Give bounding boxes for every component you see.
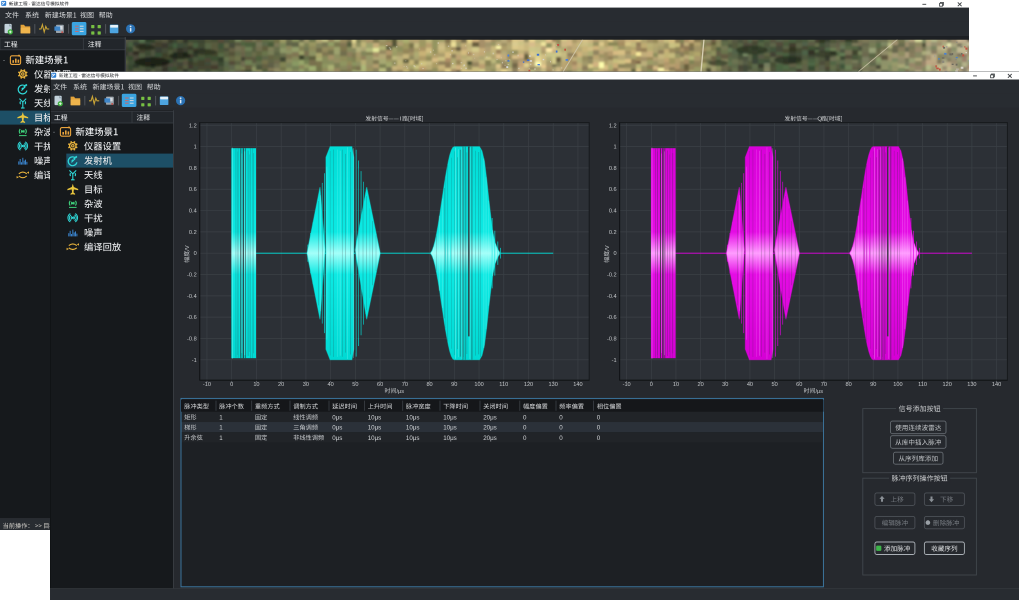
svg-text:1.2: 1.2 (609, 123, 617, 129)
svg-text:1.2: 1.2 (189, 123, 197, 129)
svg-text:-0.8: -0.8 (607, 336, 617, 342)
svg-text:0.2: 0.2 (609, 230, 617, 236)
svg-text:20: 20 (278, 382, 284, 388)
svg-text:0.4: 0.4 (609, 209, 617, 215)
svg-text:60: 60 (377, 382, 383, 388)
svg-text:70: 70 (821, 382, 827, 388)
svg-text:-1: -1 (192, 358, 197, 364)
svg-text:50: 50 (352, 382, 358, 388)
svg-text:0.4: 0.4 (189, 209, 197, 215)
svg-text:0.6: 0.6 (609, 187, 617, 193)
svg-text:-0.6: -0.6 (607, 315, 617, 321)
svg-text:140: 140 (573, 382, 582, 388)
svg-text:120: 120 (524, 382, 533, 388)
svg-text:0: 0 (597, 425, 601, 432)
svg-text:40: 40 (328, 382, 334, 388)
svg-text:0: 0 (230, 382, 233, 388)
svg-text:1: 1 (194, 145, 197, 151)
svg-text:0μs: 0μs (332, 435, 342, 442)
svg-text:20μs: 20μs (483, 435, 497, 442)
svg-text:-0.4: -0.4 (607, 294, 617, 300)
svg-text:10μs: 10μs (443, 415, 457, 422)
svg-text:0μs: 0μs (332, 425, 342, 432)
svg-text:-0.4: -0.4 (187, 294, 197, 300)
svg-text:-0.2: -0.2 (187, 273, 197, 279)
svg-text:-0.8: -0.8 (187, 336, 197, 342)
svg-text:100: 100 (893, 382, 902, 388)
svg-text:-10: -10 (203, 382, 211, 388)
svg-text:140: 140 (992, 382, 1001, 388)
svg-text:10μs: 10μs (368, 435, 382, 442)
svg-text:/V: /V (605, 245, 611, 251)
svg-text:110: 110 (499, 382, 508, 388)
svg-text:0.6: 0.6 (189, 187, 197, 193)
svg-text:10μs: 10μs (406, 425, 420, 432)
svg-text:1: 1 (613, 145, 616, 151)
svg-text:30: 30 (722, 382, 728, 388)
svg-text:0: 0 (597, 435, 601, 442)
svg-text:20μs: 20μs (483, 415, 497, 422)
svg-text:10μs: 10μs (443, 435, 457, 442)
svg-text:-1: -1 (612, 358, 617, 364)
svg-text:/μs: /μs (816, 389, 824, 395)
svg-text:0.8: 0.8 (609, 166, 617, 172)
svg-text:1: 1 (219, 425, 223, 432)
svg-text:20: 20 (698, 382, 704, 388)
svg-text:0.2: 0.2 (189, 230, 197, 236)
svg-text:10μs: 10μs (368, 415, 382, 422)
svg-text:130: 130 (967, 382, 976, 388)
svg-text:/V: /V (185, 245, 191, 251)
svg-text:10μs: 10μs (406, 415, 420, 422)
svg-text:/μs: /μs (396, 389, 404, 395)
svg-text:110: 110 (918, 382, 927, 388)
svg-text:10: 10 (673, 382, 679, 388)
svg-text:10μs: 10μs (406, 435, 420, 442)
svg-text:20μs: 20μs (483, 425, 497, 432)
svg-text:80: 80 (426, 382, 432, 388)
svg-text:90: 90 (451, 382, 457, 388)
svg-text:30: 30 (303, 382, 309, 388)
svg-text:0: 0 (597, 415, 601, 422)
svg-text:0: 0 (559, 415, 563, 422)
svg-text:80: 80 (845, 382, 851, 388)
svg-text:40: 40 (747, 382, 753, 388)
svg-text:0μs: 0μs (332, 415, 342, 422)
svg-text:0: 0 (613, 251, 616, 257)
svg-text:10μs: 10μs (368, 425, 382, 432)
svg-text:0: 0 (523, 415, 527, 422)
svg-text:10: 10 (253, 382, 259, 388)
svg-text:0.8: 0.8 (189, 166, 197, 172)
svg-text:0: 0 (194, 251, 197, 257)
svg-text:0: 0 (650, 382, 653, 388)
svg-text:0: 0 (559, 425, 563, 432)
svg-text:70: 70 (402, 382, 408, 388)
svg-text:-0.2: -0.2 (607, 273, 617, 279)
svg-text:-10: -10 (623, 382, 631, 388)
svg-text:130: 130 (549, 382, 558, 388)
svg-text:50: 50 (771, 382, 777, 388)
svg-text:100: 100 (474, 382, 483, 388)
svg-text:1: 1 (219, 415, 223, 422)
svg-text:10μs: 10μs (443, 425, 457, 432)
svg-text:-0.6: -0.6 (187, 315, 197, 321)
svg-text:0: 0 (559, 435, 563, 442)
svg-text:60: 60 (796, 382, 802, 388)
svg-text:1: 1 (219, 435, 223, 442)
svg-text:120: 120 (943, 382, 952, 388)
svg-text:0: 0 (523, 425, 527, 432)
svg-text:0: 0 (523, 435, 527, 442)
svg-text:Q: Q (817, 117, 822, 123)
svg-text:90: 90 (870, 382, 876, 388)
